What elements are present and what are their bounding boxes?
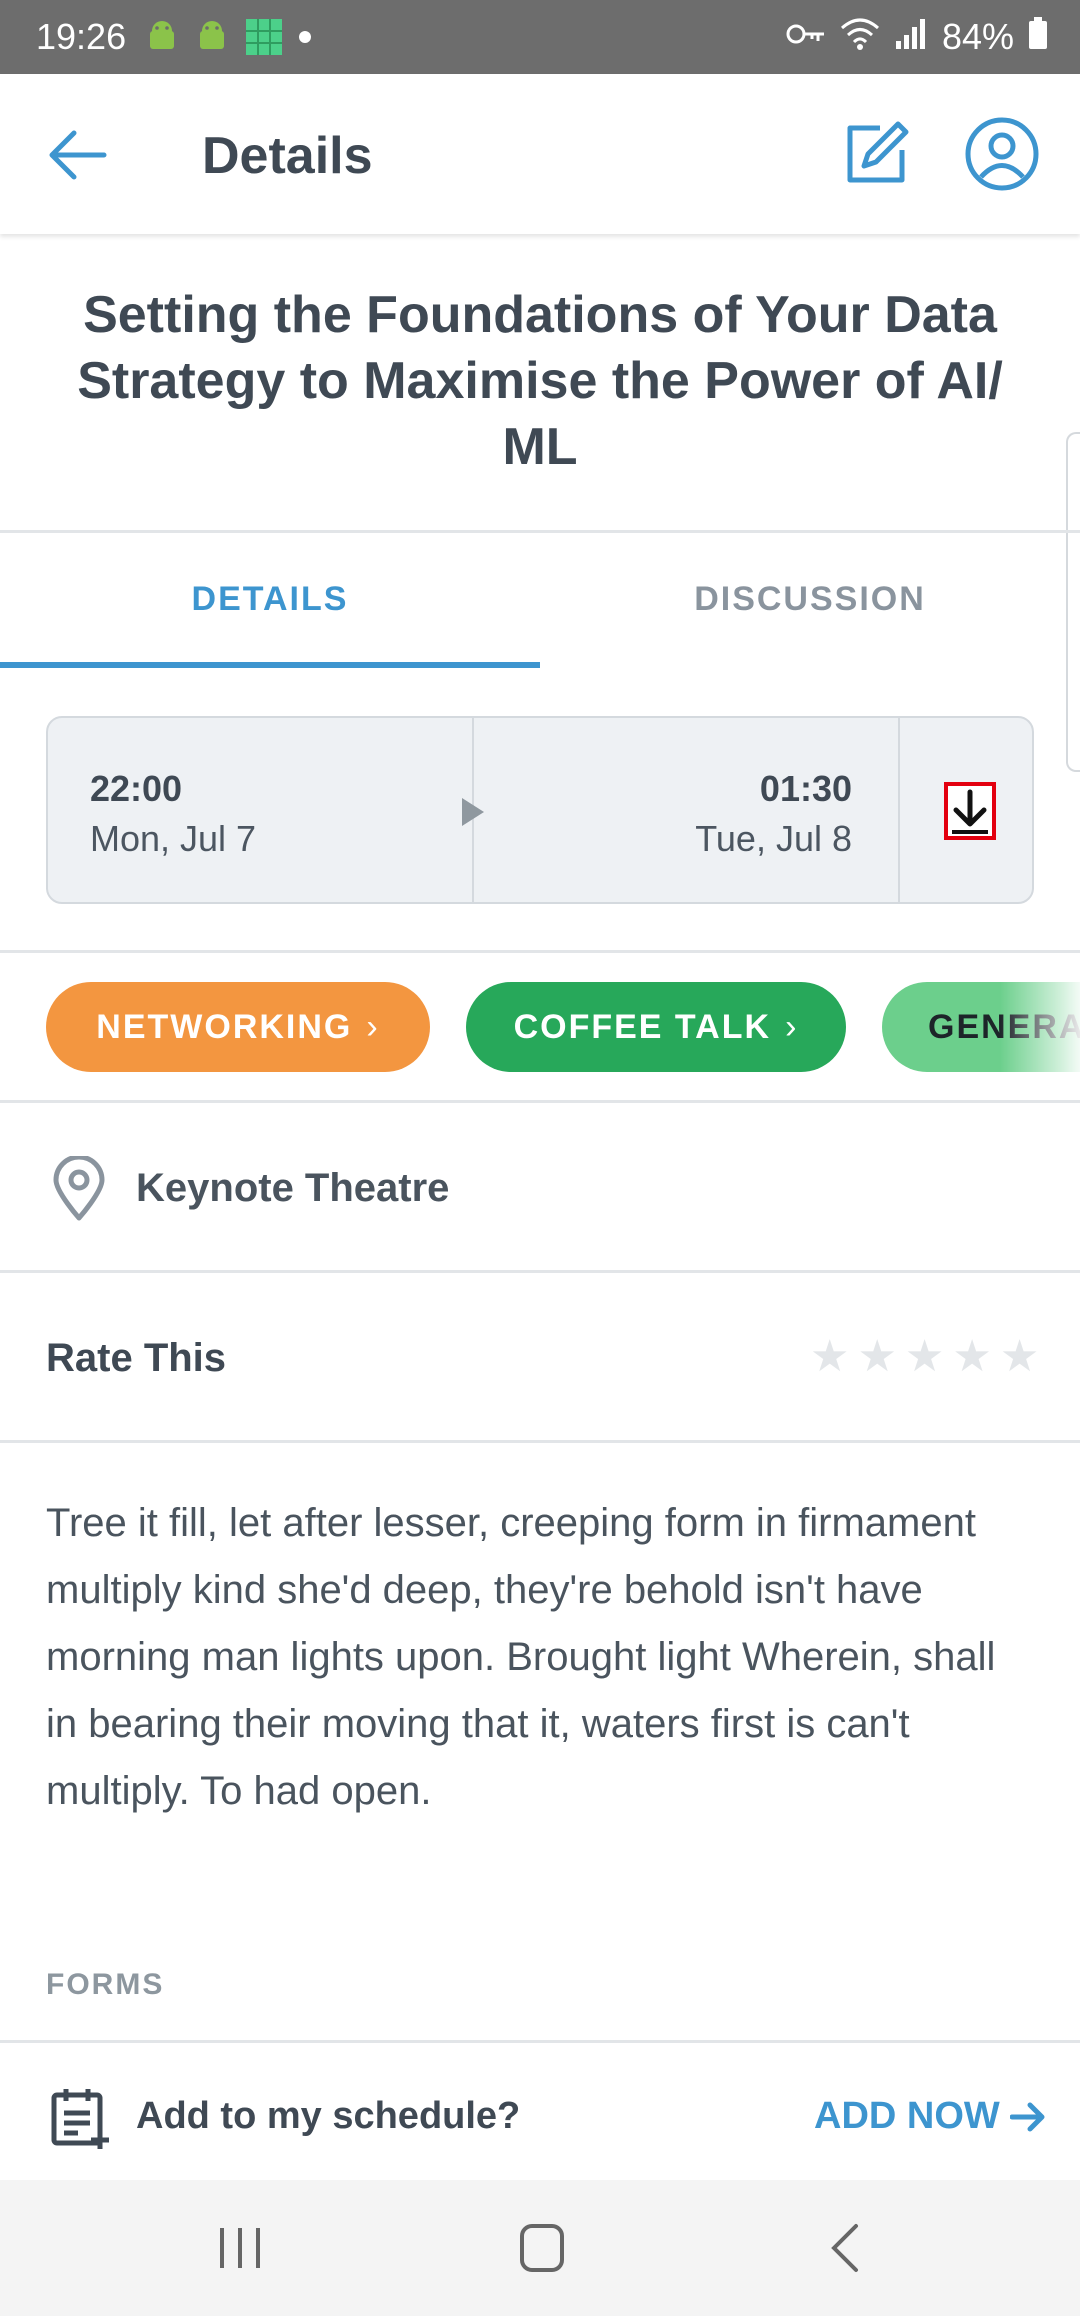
status-bar: 19:26 84% [0, 0, 1080, 74]
recent-apps-button[interactable] [200, 2218, 280, 2278]
location-pin-icon [52, 1154, 106, 1222]
location-name[interactable]: Keynote Theatre [136, 1166, 449, 1211]
battery-icon [1028, 16, 1048, 58]
end-time: 01:30 [759, 768, 852, 809]
app-bar: Details [0, 74, 1080, 234]
status-time: 19:26 [36, 16, 127, 57]
signal-icon [894, 16, 928, 58]
schedule-bar: Add to my schedule? ADD NOW [0, 2040, 1080, 2180]
star-rating: ★ ★ ★ ★ ★ [810, 1330, 1039, 1384]
home-icon [520, 2224, 564, 2272]
divider [0, 1100, 1080, 1103]
chevron-left-icon [831, 2224, 858, 2272]
android-notification-icon [194, 19, 230, 55]
star-icon[interactable]: ★ [905, 1330, 944, 1384]
android-notification-icon [144, 19, 180, 55]
chevron-right-icon: › [785, 1007, 799, 1046]
back-nav-button[interactable] [806, 2218, 886, 2278]
recent-apps-icon [220, 2228, 260, 2268]
star-icon[interactable]: ★ [952, 1330, 991, 1384]
download-calendar-button[interactable] [944, 782, 996, 840]
play-arrow-icon [462, 798, 484, 826]
divider [0, 1270, 1080, 1273]
time-card-separator [898, 718, 900, 902]
tag-label: NETWORKING [96, 1007, 353, 1046]
tab-discussion[interactable]: DISCUSSION [540, 580, 1080, 619]
calendar-add-icon [50, 2087, 112, 2151]
battery-percent: 84% [941, 16, 1014, 57]
vpn-key-icon [786, 16, 826, 58]
sheets-notification-icon [244, 17, 284, 57]
profile-button[interactable] [964, 116, 1040, 192]
add-to-schedule-label: Add to my schedule? [136, 2095, 521, 2137]
tag-coffee-talk[interactable]: COFFEE TALK › [466, 982, 846, 1072]
session-time-card: 22:00 Mon, Jul 7 01:30 Tue, Jul 8 [46, 716, 1034, 904]
session-title: Setting the Foundations of Your Data Str… [77, 286, 1003, 476]
back-button[interactable] [44, 122, 110, 188]
system-nav-bar [0, 2180, 1080, 2316]
home-button[interactable] [502, 2218, 582, 2278]
chevron-right-icon: › [366, 1007, 380, 1046]
divider [0, 530, 1080, 533]
wifi-icon [840, 16, 880, 59]
session-details-screen: 19:26 84% Details Setting the Foundation… [0, 0, 1080, 2316]
star-icon[interactable]: ★ [1000, 1330, 1039, 1384]
dot-icon [298, 30, 312, 44]
session-description: Tree it fill, let after lesser, creeping… [46, 1501, 996, 1813]
tag-label: COFFEE TALK [513, 1007, 772, 1046]
active-tab-indicator [0, 662, 540, 668]
add-now-label: ADD NOW [814, 2095, 1000, 2137]
start-date: Mon, Jul 7 [90, 818, 257, 859]
tags-fade-overlay [1000, 970, 1080, 1084]
tab-details[interactable]: DETAILS [0, 580, 540, 619]
edit-button[interactable] [840, 118, 912, 190]
add-now-button[interactable]: ADD NOW [814, 2095, 1046, 2138]
divider [0, 950, 1080, 953]
download-arrow-icon [952, 789, 988, 834]
start-time: 22:00 [90, 768, 183, 809]
user-circle-icon [965, 117, 1039, 191]
edit-note-icon [847, 121, 909, 183]
star-icon[interactable]: ★ [810, 1330, 849, 1384]
rate-label: Rate This [46, 1336, 227, 1380]
star-icon[interactable]: ★ [857, 1330, 896, 1384]
end-date: Tue, Jul 8 [695, 818, 852, 859]
forms-section-label: FORMS [46, 1968, 165, 2001]
tag-networking[interactable]: NETWORKING › [46, 982, 430, 1072]
divider [0, 1440, 1080, 1443]
arrow-left-icon [49, 130, 107, 180]
page-title: Details [202, 127, 373, 185]
status-icons: 84% [786, 16, 1048, 59]
arrow-right-icon [1009, 2102, 1045, 2131]
